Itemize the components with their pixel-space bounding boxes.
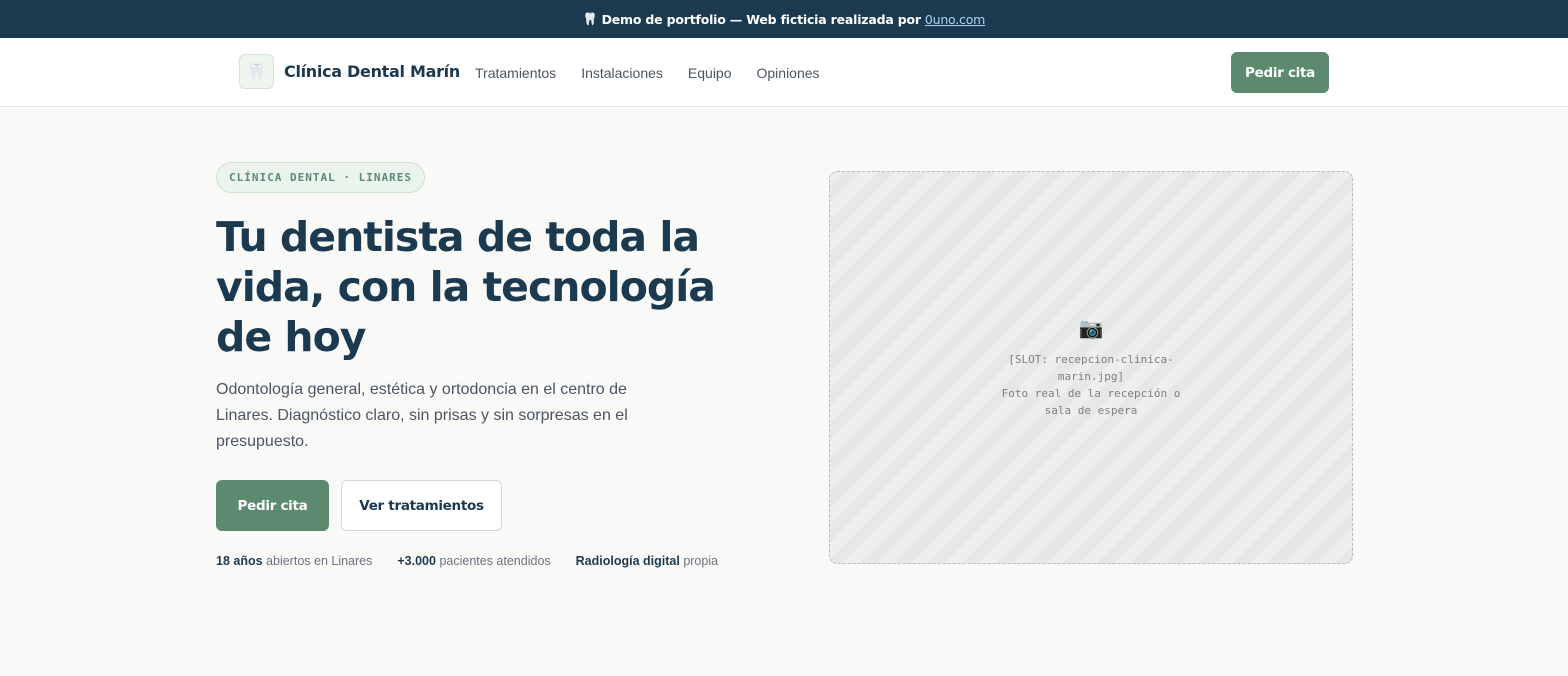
banner-text: Demo de portfolio — Web ficticia realiza…	[601, 11, 921, 27]
stat-years-label: abiertos en Linares	[266, 554, 373, 568]
stat-years: 18 años abiertos en Linares	[216, 554, 372, 568]
hero-image-placeholder: 📷 [SLOT: recepcion-clinica-marin.jpg] Fo…	[829, 171, 1353, 564]
stat-patients: +3.000 pacientes atendidos	[397, 554, 550, 568]
demo-banner: 🦷 Demo de portfolio — Web ficticia reali…	[0, 0, 1568, 38]
nav-book-appointment-button[interactable]: Pedir cita	[1231, 52, 1329, 93]
tooth-icon: 🦷	[246, 63, 267, 81]
nav-link-equipo[interactable]: Equipo	[688, 65, 732, 81]
stat-radiology: Radiología digital propia	[576, 554, 718, 568]
hero-headline: Tu dentista de toda la vida, con la tecn…	[216, 213, 716, 361]
brand-name: Clínica Dental Marín	[284, 62, 460, 81]
image-slot-filename: [SLOT: recepcion-clinica-marin.jpg]	[1008, 353, 1174, 383]
hero-subtext: Odontología general, estética y ortodonc…	[216, 381, 628, 450]
stat-patients-label: pacientes atendidos	[439, 554, 551, 568]
hero-stats: 18 años abiertos en Linares +3.000 pacie…	[216, 554, 743, 568]
view-treatments-button[interactable]: Ver tratamientos	[341, 480, 502, 531]
stat-radiology-value: Radiología digital	[575, 554, 680, 568]
image-slot-description: Foto real de la recepción o sala de espe…	[1001, 387, 1181, 417]
hero-book-appointment-button[interactable]: Pedir cita	[216, 480, 329, 531]
nav-link-tratamientos[interactable]: Tratamientos	[475, 65, 556, 81]
stat-radiology-label: propia	[683, 554, 719, 568]
nav-link-opiniones[interactable]: Opiniones	[757, 65, 820, 81]
hero-section: CLÍNICA DENTAL · LINARES Tu dentista de …	[0, 107, 1568, 676]
stat-years-value: 18 años	[216, 554, 263, 568]
camera-icon: 📷	[1078, 318, 1104, 340]
tooth-icon: 🦷	[582, 12, 598, 26]
brand[interactable]: 🦷 Clínica Dental Marín	[239, 54, 460, 89]
nav-links: Tratamientos Instalaciones Equipo Opinio…	[475, 38, 845, 107]
stat-patients-value: +3.000	[397, 554, 436, 568]
navbar: 🦷 Clínica Dental Marín Tratamientos Inst…	[0, 38, 1568, 107]
hero-badge: CLÍNICA DENTAL · LINARES	[216, 162, 425, 193]
nav-link-instalaciones[interactable]: Instalaciones	[581, 65, 663, 81]
banner-link[interactable]: 0uno.com	[925, 12, 985, 27]
logo: 🦷	[239, 54, 274, 89]
